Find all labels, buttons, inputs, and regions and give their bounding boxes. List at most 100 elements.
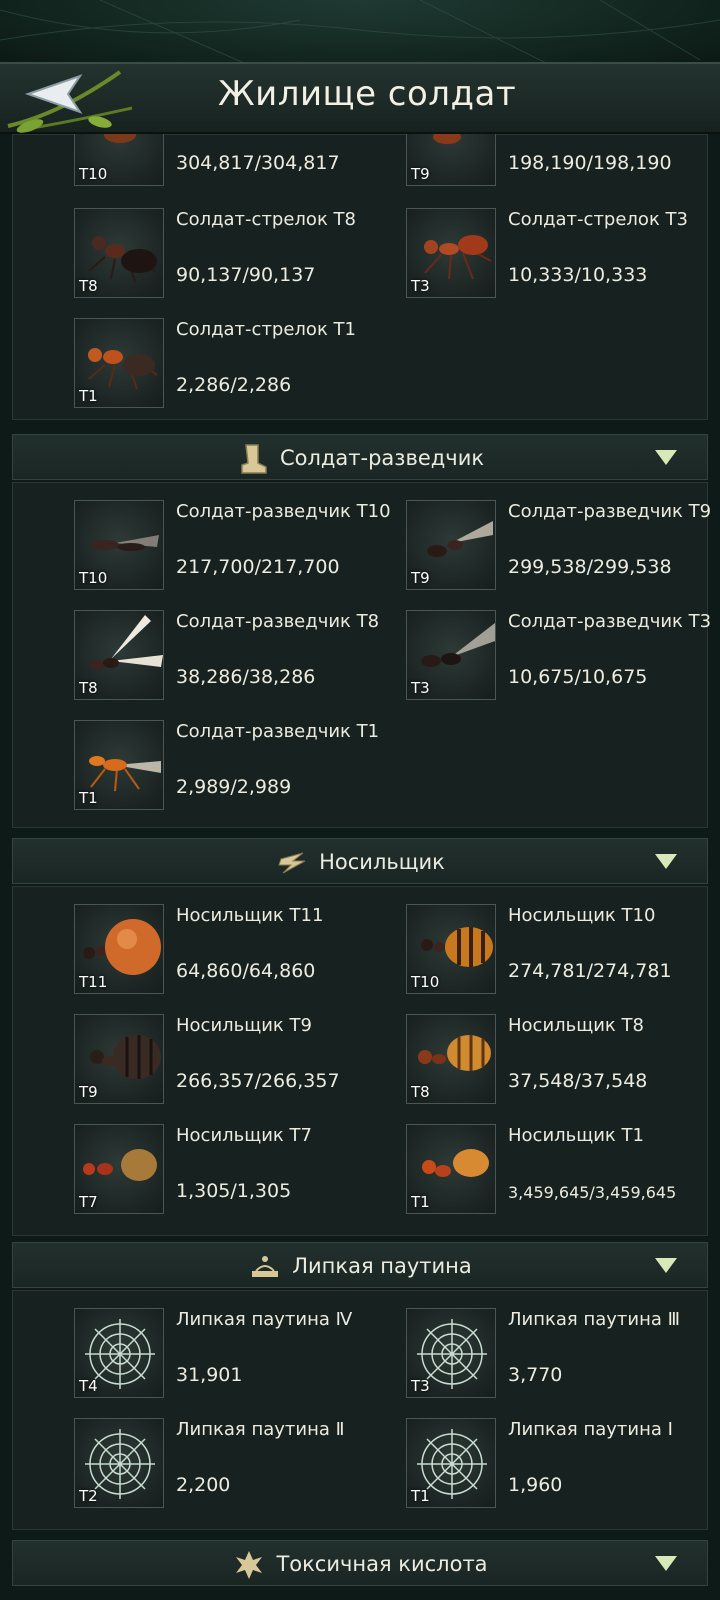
list-item[interactable]: T2 Липкая паутина Ⅱ 2,200 [74, 1418, 394, 1510]
unit-thumbnail: T10 [406, 904, 496, 994]
tier-label: T2 [79, 1487, 98, 1505]
unit-name: Липкая паутина Ⅲ [508, 1309, 681, 1330]
boot-icon [241, 444, 267, 474]
unit-count: 3,770 [508, 1364, 563, 1386]
unit-thumbnail: T1 [74, 720, 164, 810]
unit-count: 2,286/2,286 [176, 374, 292, 396]
list-item[interactable]: T1 Носильщик Т1 3,459,645/3,459,645 [406, 1124, 720, 1216]
tier-label: T8 [79, 277, 98, 295]
tier-label: T9 [411, 165, 430, 183]
unit-thumbnail: T9 [406, 134, 496, 186]
section-header-web[interactable]: Липкая паутина [12, 1242, 708, 1288]
unit-count: 217,700/217,700 [176, 556, 340, 578]
unit-thumbnail: T3 [406, 208, 496, 298]
tier-label: T9 [411, 569, 430, 587]
tier-label: T4 [79, 1377, 98, 1395]
lightning-icon [278, 852, 306, 874]
unit-count: 198,190/198,190 [508, 152, 672, 174]
top-background [0, 0, 720, 70]
list-item[interactable]: T9 Носильщик Т9 266,357/266,357 [74, 1014, 394, 1106]
unit-count: 31,901 [176, 1364, 243, 1386]
unit-count: 299,538/299,538 [508, 556, 672, 578]
unit-thumbnail: T7 [74, 1124, 164, 1214]
unit-count: 37,548/37,548 [508, 1070, 648, 1092]
list-item[interactable]: T9 198,190/198,190 [406, 134, 720, 188]
unit-name: Липкая паутина Ⅱ [176, 1419, 345, 1440]
list-item[interactable]: T10 Носильщик Т10 274,781/274,781 [406, 904, 720, 996]
tier-label: T8 [411, 1083, 430, 1101]
list-item[interactable]: T9 Солдат-разведчик Т9 299,538/299,538 [406, 500, 720, 592]
unit-thumbnail: T8 [74, 610, 164, 700]
tier-label: T10 [411, 973, 440, 991]
unit-thumbnail: T3 [406, 1308, 496, 1398]
unit-name: Солдат-разведчик Т9 [508, 501, 712, 522]
back-button[interactable] [0, 64, 140, 136]
list-item[interactable]: T3 Солдат-разведчик Т3 10,675/10,675 [406, 610, 720, 702]
unit-name: Носильщик Т7 [176, 1125, 312, 1146]
tier-label: T1 [79, 387, 98, 405]
unit-count: 2,200 [176, 1474, 231, 1496]
list-item[interactable]: T11 Носильщик Т11 64,860/64,860 [74, 904, 394, 996]
chevron-down-icon [655, 450, 677, 465]
list-item[interactable]: T10 Солдат-разведчик Т10 217,700/217,700 [74, 500, 394, 592]
section-header-acid[interactable]: Токсичная кислота [12, 1540, 708, 1586]
unit-name: Солдат-разведчик Т10 [176, 501, 391, 522]
list-item[interactable]: T10 304,817/304,817 [74, 134, 394, 188]
unit-name: Солдат-стрелок Т8 [176, 209, 356, 230]
section-title: Токсичная кислота [276, 1552, 488, 1576]
list-item[interactable]: T1 Солдат-разведчик Т1 2,989/2,989 [74, 720, 394, 812]
unit-thumbnail: T11 [74, 904, 164, 994]
unit-count: 64,860/64,860 [176, 960, 316, 982]
chevron-down-icon [655, 854, 677, 869]
tier-label: T10 [79, 165, 108, 183]
section-header-carrier[interactable]: Носильщик [12, 838, 708, 884]
tier-label: T3 [411, 277, 430, 295]
web-pattern-decoration [0, 0, 720, 70]
section-header-scout[interactable]: Солдат-разведчик [12, 434, 708, 480]
unit-name: Носильщик Т1 [508, 1125, 644, 1146]
list-item[interactable]: T1 Солдат-стрелок Т1 2,286/2,286 [74, 318, 394, 410]
tier-label: T10 [79, 569, 108, 587]
unit-thumbnail: T3 [406, 610, 496, 700]
web-trap-icon [252, 1256, 279, 1277]
unit-name: Носильщик Т11 [176, 905, 324, 926]
unit-count: 3,459,645/3,459,645 [508, 1183, 677, 1202]
section-title: Солдат-разведчик [279, 446, 485, 470]
app-header: Жилище солдат [0, 62, 720, 134]
unit-count: 304,817/304,817 [176, 152, 340, 174]
list-item[interactable]: T8 Носильщик Т8 37,548/37,548 [406, 1014, 720, 1106]
section-title: Липкая паутина [292, 1254, 472, 1278]
tier-label: T1 [411, 1193, 430, 1211]
list-item[interactable]: T8 Солдат-разведчик Т8 38,286/38,286 [74, 610, 394, 702]
unit-thumbnail: T10 [74, 500, 164, 590]
list-item[interactable]: T7 Носильщик Т7 1,305/1,305 [74, 1124, 394, 1216]
unit-count: 1,960 [508, 1474, 563, 1496]
content-scroll[interactable]: T10 304,817/304,817 T9 198,190/198,190 T… [0, 134, 720, 1600]
list-item[interactable]: T4 Липкая паутина Ⅳ 31,901 [74, 1308, 394, 1400]
unit-thumbnail: T9 [406, 500, 496, 590]
unit-name: Солдат-стрелок Т1 [176, 319, 356, 340]
tier-label: T11 [79, 973, 108, 991]
tier-label: T7 [79, 1193, 98, 1211]
unit-name: Солдат-стрелок Т3 [508, 209, 688, 230]
list-item[interactable]: T3 Липкая паутина Ⅲ 3,770 [406, 1308, 720, 1400]
unit-name: Солдат-разведчик Т3 [508, 611, 712, 632]
list-item[interactable]: T8 Солдат-стрелок Т8 90,137/90,137 [74, 208, 394, 300]
unit-thumbnail: T8 [74, 208, 164, 298]
list-item[interactable]: T1 Липкая паутина Ⅰ 1,960 [406, 1418, 720, 1510]
unit-count: 38,286/38,286 [176, 666, 316, 688]
unit-thumbnail: T10 [74, 134, 164, 186]
unit-name: Солдат-разведчик Т8 [176, 611, 380, 632]
unit-thumbnail: T4 [74, 1308, 164, 1398]
chevron-down-icon [655, 1258, 677, 1273]
section-title: Носильщик [319, 850, 445, 874]
tier-label: T3 [411, 1377, 430, 1395]
unit-thumbnail: T1 [406, 1418, 496, 1508]
list-item[interactable]: T3 Солдат-стрелок Т3 10,333/10,333 [406, 208, 720, 300]
unit-thumbnail: T1 [406, 1124, 496, 1214]
unit-name: Липкая паутина Ⅰ [508, 1419, 673, 1440]
unit-thumbnail: T9 [74, 1014, 164, 1104]
unit-thumbnail: T1 [74, 318, 164, 408]
unit-name: Липкая паутина Ⅳ [176, 1309, 353, 1330]
unit-thumbnail: T8 [406, 1014, 496, 1104]
